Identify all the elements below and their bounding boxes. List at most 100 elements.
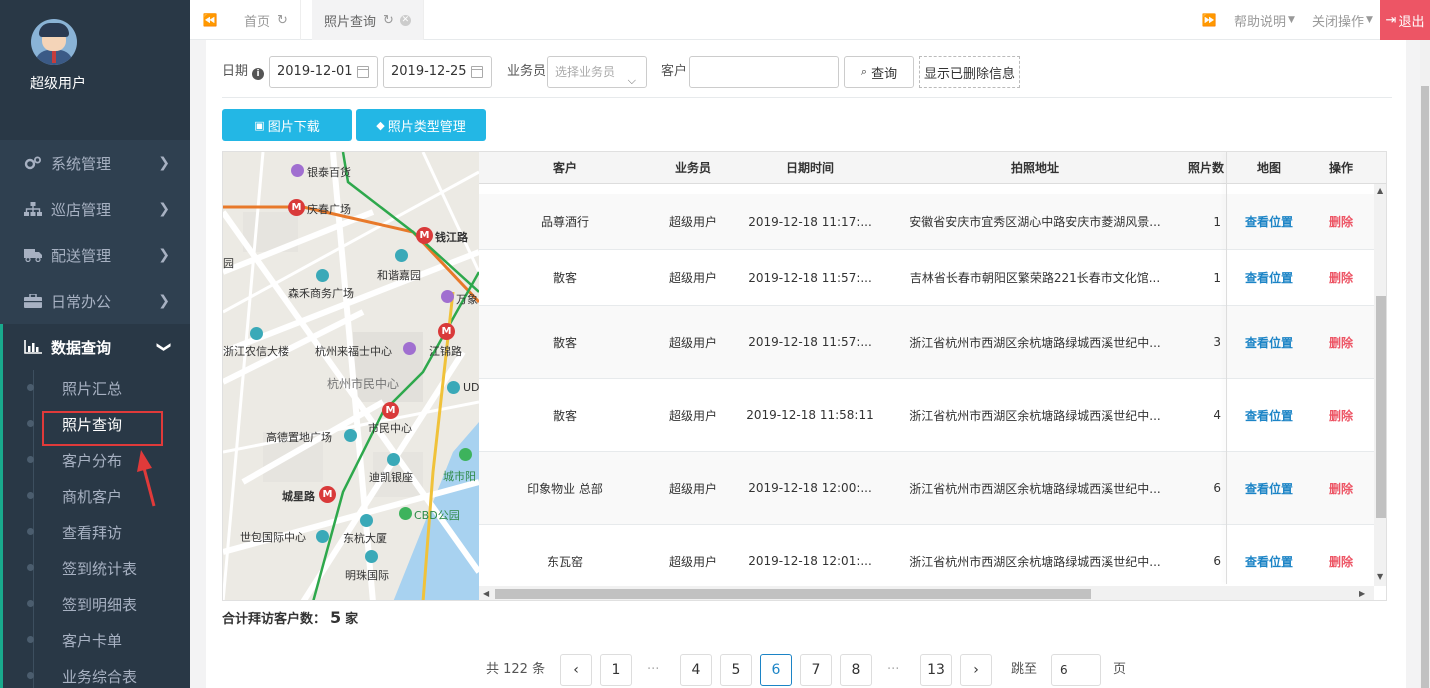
pagination-ellipsis[interactable]: ··· [887,654,899,686]
table-row[interactable]: 散客 超级用户 2019-12-18 11:58:11 浙江省杭州市西湖区余杭塘… [479,379,1374,452]
delete-link[interactable]: 删除 [1311,250,1371,305]
scroll-right-icon[interactable]: ▶ [1359,589,1365,598]
metro-icon: M [416,227,433,244]
page-scrollbar[interactable] [1420,40,1430,688]
photo-type-manage-button[interactable]: ◆ 照片类型管理 [356,109,486,141]
sidebar-item-data-query[interactable]: 数据查询 ❯ [0,324,190,370]
delete-link[interactable]: 删除 [1311,194,1371,249]
page-button-current[interactable]: 6 [760,654,792,686]
sidebar-subitem-signin-details[interactable]: 签到明细表 [3,586,190,622]
sidebar-subitem-view-visits[interactable]: 查看拜访 [3,514,190,550]
table-row[interactable]: 东瓦窑 超级用户 2019-12-18 12:01:... 浙江省杭州市西湖区余… [479,525,1374,586]
building-icon [360,514,373,527]
column-header[interactable]: 操作 [1311,152,1371,184]
info-icon[interactable]: i [252,68,265,80]
page-button[interactable]: 13 [920,654,952,686]
avatar[interactable] [31,19,77,65]
tab-bar: ⏪ 首页 ↻ 照片查询 ↻ ✕ ⏩ 帮助说明 ▼ 关闭操作 ▼ ⇥ 退出 [190,0,1430,40]
column-header[interactable]: 业务员 [651,152,735,184]
close-operations-menu[interactable]: 关闭操作 ▼ [1312,0,1373,40]
sidebar-item-patrol[interactable]: 巡店管理 ❯ [0,186,190,232]
filter-bar: 日期 i 2019-12-01 2019-12-25 业务员 选择业务员 ⌵ 客户 … [222,56,1392,88]
pagination-ellipsis[interactable]: ··· [647,654,659,686]
column-header[interactable]: 地图 [1227,152,1311,184]
tab-home[interactable]: 首页 ↻ [232,0,301,40]
scroll-left-button[interactable]: ⏪ [190,0,230,40]
tab-photo-query[interactable]: 照片查询 ↻ ✕ [312,0,424,40]
delete-link[interactable]: 删除 [1311,379,1371,451]
table-row[interactable]: 散客 超级用户 2019-12-18 11:57:... 浙江省杭州市西湖区余杭… [479,306,1374,379]
park-icon [399,507,412,520]
table-row[interactable]: 印象物业 总部 超级用户 2019-12-18 12:00:... 浙江省杭州市… [479,452,1374,525]
end-date-input[interactable]: 2019-12-25 [383,56,492,88]
divider [222,97,1392,98]
sidebar-subitem-customer-card[interactable]: 客户卡单 [3,622,190,658]
view-location-link[interactable]: 查看位置 [1227,250,1311,305]
table-row[interactable]: 散客 超级用户 2019-12-18 11:57:... 吉林省长春市朝阳区繁荣… [479,250,1374,306]
bar-chart-icon [24,340,42,354]
metro-icon: M [288,199,305,216]
delete-link[interactable]: 删除 [1311,525,1371,586]
column-header[interactable]: 照片数 [1185,152,1227,184]
sidebar-item-label: 配送管理 [51,246,112,265]
building-icon [447,381,460,394]
table-vertical-scrollbar[interactable]: ▲ ▼ [1374,184,1386,586]
scroll-left-icon[interactable]: ◀ [483,589,489,598]
view-location-link[interactable]: 查看位置 [1227,306,1311,378]
download-photos-button[interactable]: ▣ 图片下载 [222,109,352,141]
page-button[interactable]: 5 [720,654,752,686]
show-deleted-button[interactable]: 显示已删除信息 [919,56,1020,88]
prev-page-button[interactable]: ‹ [560,654,592,686]
sidebar-item-delivery[interactable]: 配送管理 ❯ [0,232,190,278]
delete-link[interactable]: 删除 [1311,452,1371,524]
sidebar-subitem-photo-summary[interactable]: 照片汇总 [3,370,190,406]
page-button[interactable]: 1 [600,654,632,686]
view-location-link[interactable]: 查看位置 [1227,525,1311,586]
salesman-select[interactable]: 选择业务员 ⌵ [547,56,647,88]
column-header[interactable]: 客户 [479,152,651,184]
chevron-down-icon: ❯ [156,341,173,353]
view-location-link[interactable]: 查看位置 [1227,379,1311,451]
refresh-icon[interactable]: ↻ [383,13,394,28]
calendar-icon [357,66,369,78]
profile-name[interactable]: 超级用户 [30,73,86,93]
map-view[interactable]: 银泰百货 M 庆春广场 M 钱江路 园 和谐嘉园 森禾商务广场 万象 浙江农信大… [223,152,479,600]
table-horizontal-scrollbar[interactable]: ◀ ▶ [479,586,1374,600]
jump-page-input[interactable]: 6 [1051,654,1101,686]
help-menu[interactable]: 帮助说明 ▼ [1234,0,1295,40]
sidebar-subitem-business-summary[interactable]: 业务综合表 [3,658,190,688]
double-chevron-right-icon: ⏩ [1201,13,1217,27]
delete-link[interactable]: 删除 [1311,306,1371,378]
column-header[interactable]: 拍照地址 [885,152,1185,184]
close-icon[interactable]: ✕ [399,14,411,26]
scroll-up-icon[interactable]: ▲ [1377,186,1383,195]
page-button[interactable]: 7 [800,654,832,686]
search-button[interactable]: ⌕ 查询 [844,56,914,88]
next-page-button[interactable]: › [960,654,992,686]
chevron-right-icon: ❯ [158,201,170,217]
image-icon: ▣ [254,118,265,132]
scroll-down-icon[interactable]: ▼ [1377,572,1383,581]
sidebar-item-label: 系统管理 [51,154,112,173]
sitemap-icon [24,202,42,216]
table-row[interactable]: 品尊酒行 超级用户 2019-12-18 11:17:... 安徽省安庆市宜秀区… [479,194,1374,250]
tag-icon: ◆ [376,118,385,132]
main-content: 日期 i 2019-12-01 2019-12-25 业务员 选择业务员 ⌵ 客户 … [206,40,1406,688]
refresh-icon[interactable]: ↻ [277,13,288,28]
truck-icon [24,248,42,262]
customer-input[interactable] [689,56,839,88]
sidebar-subitem-signin-stats[interactable]: 签到统计表 [3,550,190,586]
chevron-right-icon: › [973,662,979,678]
view-location-link[interactable]: 查看位置 [1227,452,1311,524]
scroll-right-button[interactable]: ⏩ [1192,0,1226,40]
start-date-input[interactable]: 2019-12-01 [269,56,378,88]
sidebar-item-office[interactable]: 日常办公 ❯ [0,278,190,324]
page-button[interactable]: 8 [840,654,872,686]
column-header[interactable]: 日期时间 [735,152,885,184]
page-button[interactable]: 4 [680,654,712,686]
chevron-right-icon: ❯ [158,155,170,171]
logout-button[interactable]: ⇥ 退出 [1380,0,1430,40]
chevron-right-icon: ❯ [158,293,170,309]
view-location-link[interactable]: 查看位置 [1227,194,1311,249]
sidebar-item-system[interactable]: 系统管理 ❯ [0,140,190,186]
